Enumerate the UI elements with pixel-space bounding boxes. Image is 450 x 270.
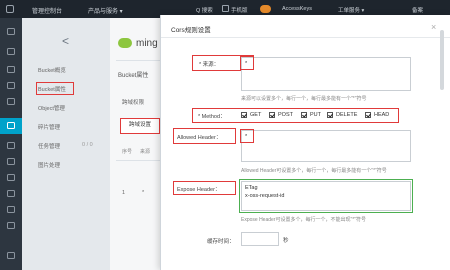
- search-link[interactable]: Q 搜索: [196, 6, 213, 14]
- product-icon-rail: [0, 18, 22, 270]
- cache-time-label: 缓存时间：: [207, 239, 235, 245]
- accesskeys-link[interactable]: AccessKeys: [282, 6, 312, 12]
- back-chevron-icon[interactable]: <: [62, 34, 69, 48]
- tab-cors[interactable]: 跨域权限: [122, 98, 144, 106]
- bucket-icon: [118, 38, 132, 48]
- shield-icon[interactable]: [7, 98, 15, 105]
- method-put-label: PUT: [310, 112, 321, 118]
- method-delete-checkbox[interactable]: [327, 112, 333, 118]
- method-head-checkbox[interactable]: [365, 112, 371, 118]
- console-logo-icon[interactable]: [6, 5, 14, 13]
- expose-header-value-etag: ETag: [245, 185, 258, 191]
- method-post-label: POST: [278, 112, 293, 118]
- table-cell-index: 1: [122, 190, 126, 196]
- table-divider: [116, 160, 162, 161]
- source-help-text: 来源可以设置多个，每行一个，每行最多能有一个"*"符号: [241, 96, 367, 102]
- dialog-title: Cors规则设置: [171, 27, 211, 34]
- cache-time-unit: 秒: [283, 238, 289, 244]
- notification-badge[interactable]: [260, 5, 271, 13]
- list-icon[interactable]: [7, 142, 15, 149]
- cors-settings-button[interactable]: 跨域设置: [120, 118, 160, 134]
- allowed-header-help-text: Allowed Header可设置多个，每行一个，每行最多能有一个"*"符号: [241, 168, 387, 174]
- tickets-menu[interactable]: 工单服务 ▾: [338, 6, 364, 14]
- col-header-index: 序号: [122, 149, 133, 155]
- col-header-source: 来源: [140, 149, 151, 155]
- cache-time-input[interactable]: [241, 232, 279, 246]
- sidebar-item-bucket-overview[interactable]: Bucket概览: [38, 66, 66, 74]
- method-put-checkbox[interactable]: [301, 112, 307, 118]
- cache-icon[interactable]: [7, 190, 15, 197]
- dialog-scrollbar[interactable]: [440, 30, 444, 90]
- allowed-header-label: Allowed Header：: [177, 135, 222, 141]
- menu-toggle-icon[interactable]: [7, 28, 15, 35]
- expose-header-label: Expose Header：: [177, 187, 221, 193]
- method-label: * Method：: [198, 114, 226, 120]
- divider: [116, 60, 162, 61]
- filing-link[interactable]: 备案: [412, 6, 423, 14]
- sidebar-item-fragment-management[interactable]: 碎片管理: [38, 123, 60, 131]
- allowed-header-textarea[interactable]: *: [241, 130, 411, 162]
- monitor-icon[interactable]: [7, 206, 15, 213]
- method-get-checkbox[interactable]: [241, 112, 247, 118]
- table-cell-source: *: [142, 190, 145, 196]
- mobile-icon: [222, 5, 229, 12]
- expose-header-textarea[interactable]: ETag x-oss-request-id: [241, 181, 411, 211]
- console-home-link[interactable]: 管理控制台: [32, 6, 62, 15]
- grid-icon[interactable]: [7, 48, 15, 55]
- allowed-header-value-highlight: [240, 129, 254, 143]
- bucket-properties-highlight: [36, 82, 74, 95]
- method-delete-label: DELETE: [336, 112, 358, 118]
- transfer-icon[interactable]: [7, 158, 15, 165]
- collapse-icon[interactable]: [7, 252, 15, 259]
- sidebar-item-task-management[interactable]: 任务管理 0 / 0: [38, 142, 93, 150]
- method-post-checkbox[interactable]: [269, 112, 275, 118]
- cors-rule-dialog: Cors规则设置 × * 来源： * 来源可以设置多个，每行一个，每行最多能有一…: [160, 15, 450, 270]
- source-textarea[interactable]: *: [241, 57, 411, 91]
- method-get-label: GET: [250, 112, 262, 118]
- mobile-version-link[interactable]: 手机版: [231, 6, 248, 14]
- sidebar-item-image-processing[interactable]: 图片处理: [38, 161, 60, 169]
- network-icon[interactable]: [7, 174, 15, 181]
- products-menu[interactable]: 产品与服务 ▾: [88, 6, 123, 15]
- sidebar-item-label: 任务管理: [38, 144, 61, 150]
- cloud-storage-icon[interactable]: [7, 122, 15, 129]
- expose-header-help-text: Expose Header可设置多个，每行一个，不能出现"*"符号: [241, 217, 366, 223]
- security-icon[interactable]: [7, 222, 15, 229]
- bucket-sidebar: < Bucket概览 Bucket属性 Object管理 碎片管理 任务管理 0…: [22, 18, 110, 270]
- method-head-label: HEAD: [374, 112, 390, 118]
- task-count: 0 / 0: [82, 142, 93, 148]
- source-value-highlight: [240, 56, 254, 70]
- expose-header-value-request-id: x-oss-request-id: [245, 193, 285, 199]
- bucket-name: ming: [136, 38, 158, 49]
- source-label: * 来源：: [199, 62, 220, 68]
- dialog-header-divider: [161, 37, 450, 38]
- server-icon[interactable]: [7, 66, 15, 73]
- close-icon[interactable]: ×: [431, 22, 436, 32]
- page-title: Bucket属性: [118, 73, 149, 79]
- sidebar-item-object-management[interactable]: Object管理: [38, 104, 65, 112]
- database-icon[interactable]: [7, 82, 15, 89]
